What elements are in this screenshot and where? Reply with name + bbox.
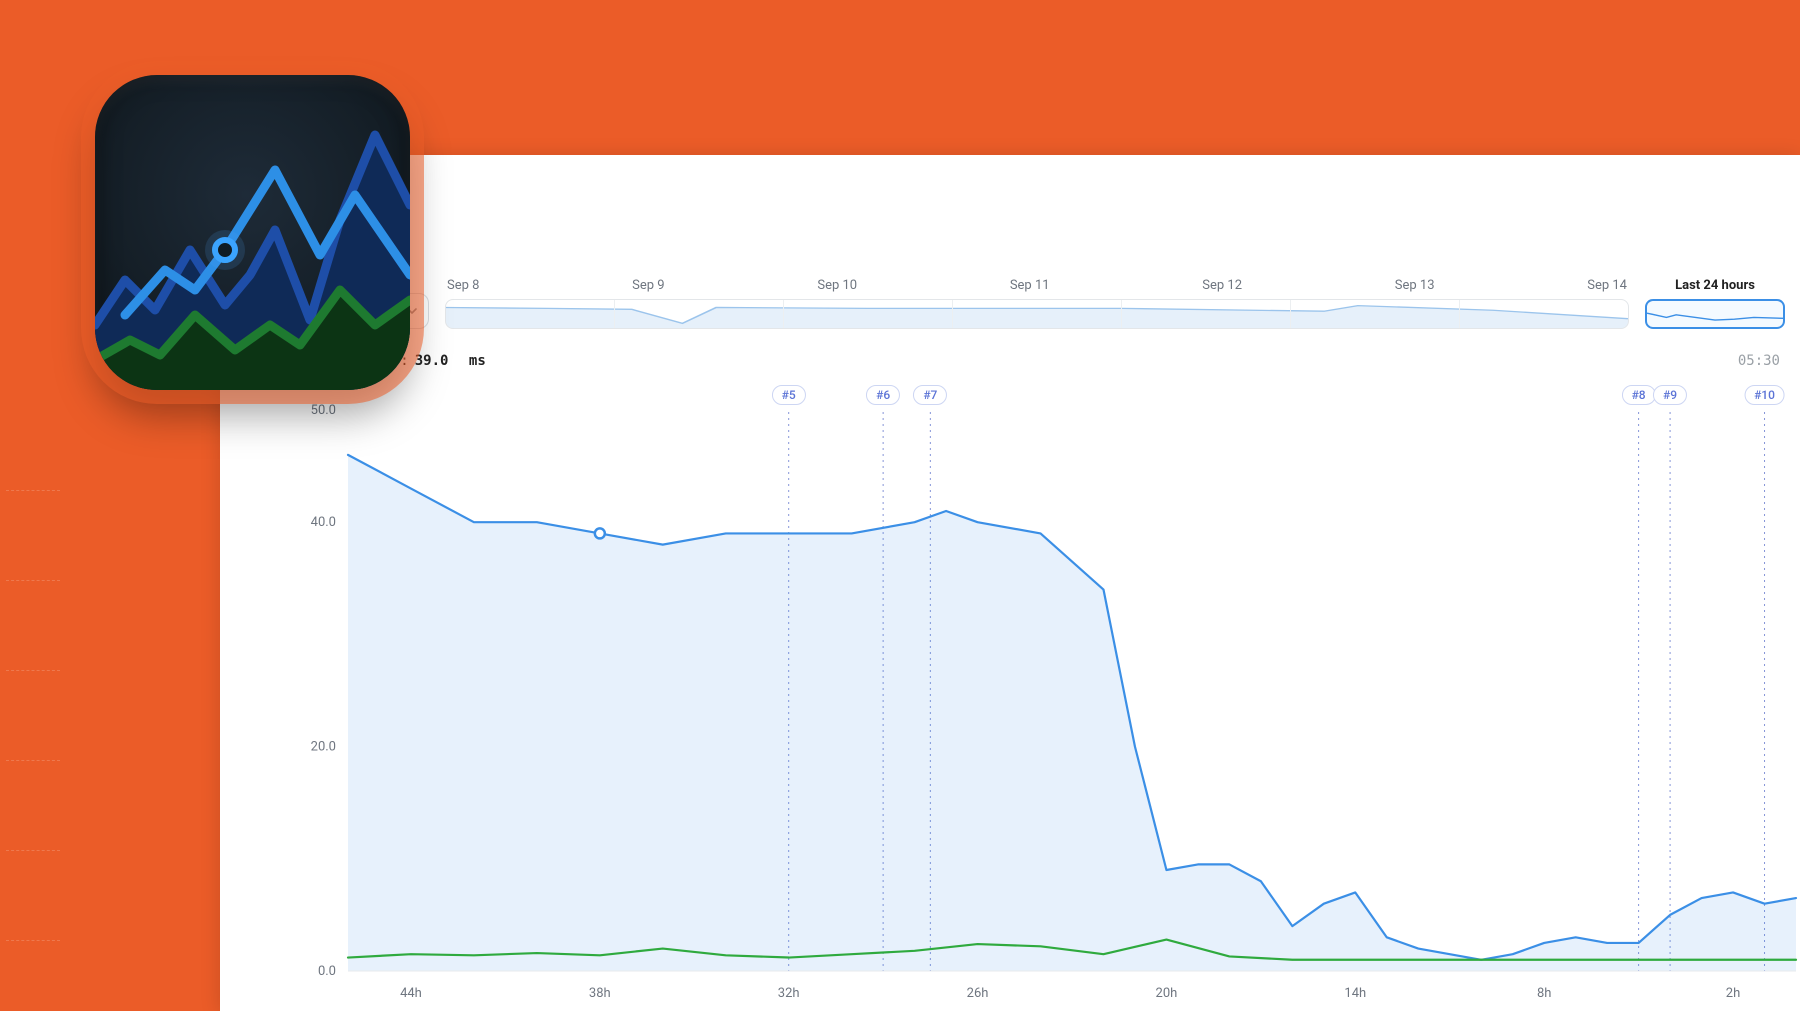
svg-text:20h: 20h (1156, 986, 1178, 1001)
annotation-row: #5 #6 #7 #8#9 #10 (300, 385, 1800, 415)
legend-row: p95:39.0 ms 05:30 (355, 353, 1780, 369)
last-24h-selector[interactable]: Last 24 hours (1645, 275, 1785, 329)
mini-date: Sep 12 (1202, 278, 1242, 293)
svg-text:26h: 26h (967, 986, 989, 1001)
last-24h-sparkline-container (1645, 299, 1785, 329)
mini-date: Sep 14 (1587, 278, 1627, 293)
svg-text:14h: 14h (1344, 986, 1366, 1001)
legend-unit: ms (469, 353, 486, 369)
legend-value: 39.0 (415, 353, 449, 369)
svg-text:20.0: 20.0 (311, 740, 336, 755)
last-24h-label: Last 24 hours (1645, 278, 1785, 293)
mini-date: Sep 11 (1010, 278, 1050, 293)
svg-text:0.0: 0.0 (318, 964, 336, 979)
mini-sparkline-container (445, 299, 1629, 329)
annotation-pill[interactable]: #6 (866, 385, 900, 405)
svg-text:40.0: 40.0 (311, 515, 336, 530)
svg-text:2h: 2h (1726, 986, 1740, 1001)
svg-text:32h: 32h (778, 986, 800, 1001)
annotation-pill[interactable]: #9 (1653, 385, 1687, 405)
svg-text:44h: 44h (400, 986, 422, 1001)
annotation-pill[interactable]: #10 (1744, 385, 1785, 405)
svg-text:8h: 8h (1537, 986, 1551, 1001)
annotation-pill[interactable]: #8 (1622, 385, 1656, 405)
annotation-pill[interactable]: #7 (913, 385, 947, 405)
mini-timeline[interactable]: Sep 8 Sep 9 Sep 10 Sep 11 Sep 12 Sep 13 … (445, 275, 1629, 329)
mini-date: Sep 8 (447, 278, 479, 293)
annotation-pill[interactable]: #5 (772, 385, 806, 405)
mini-date: Sep 10 (817, 278, 857, 293)
app-icon (95, 75, 410, 390)
timestamp-label: 05:30 (1738, 353, 1780, 369)
mini-date: Sep 9 (632, 278, 664, 293)
mini-date: Sep 13 (1395, 278, 1435, 293)
mini-timeline-dates: Sep 8 Sep 9 Sep 10 Sep 11 Sep 12 Sep 13 … (445, 278, 1629, 293)
svg-text:38h: 38h (589, 986, 611, 1001)
dashboard-card: Sep 8 Sep 9 Sep 10 Sep 11 Sep 12 Sep 13 … (220, 155, 1800, 1011)
main-chart[interactable]: 0.020.040.050.044h38h32h26h20h14h8h2h (300, 380, 1800, 1011)
timeline-strip: Sep 8 Sep 9 Sep 10 Sep 11 Sep 12 Sep 13 … (395, 275, 1785, 329)
last-24h-sparkline (1647, 301, 1783, 327)
